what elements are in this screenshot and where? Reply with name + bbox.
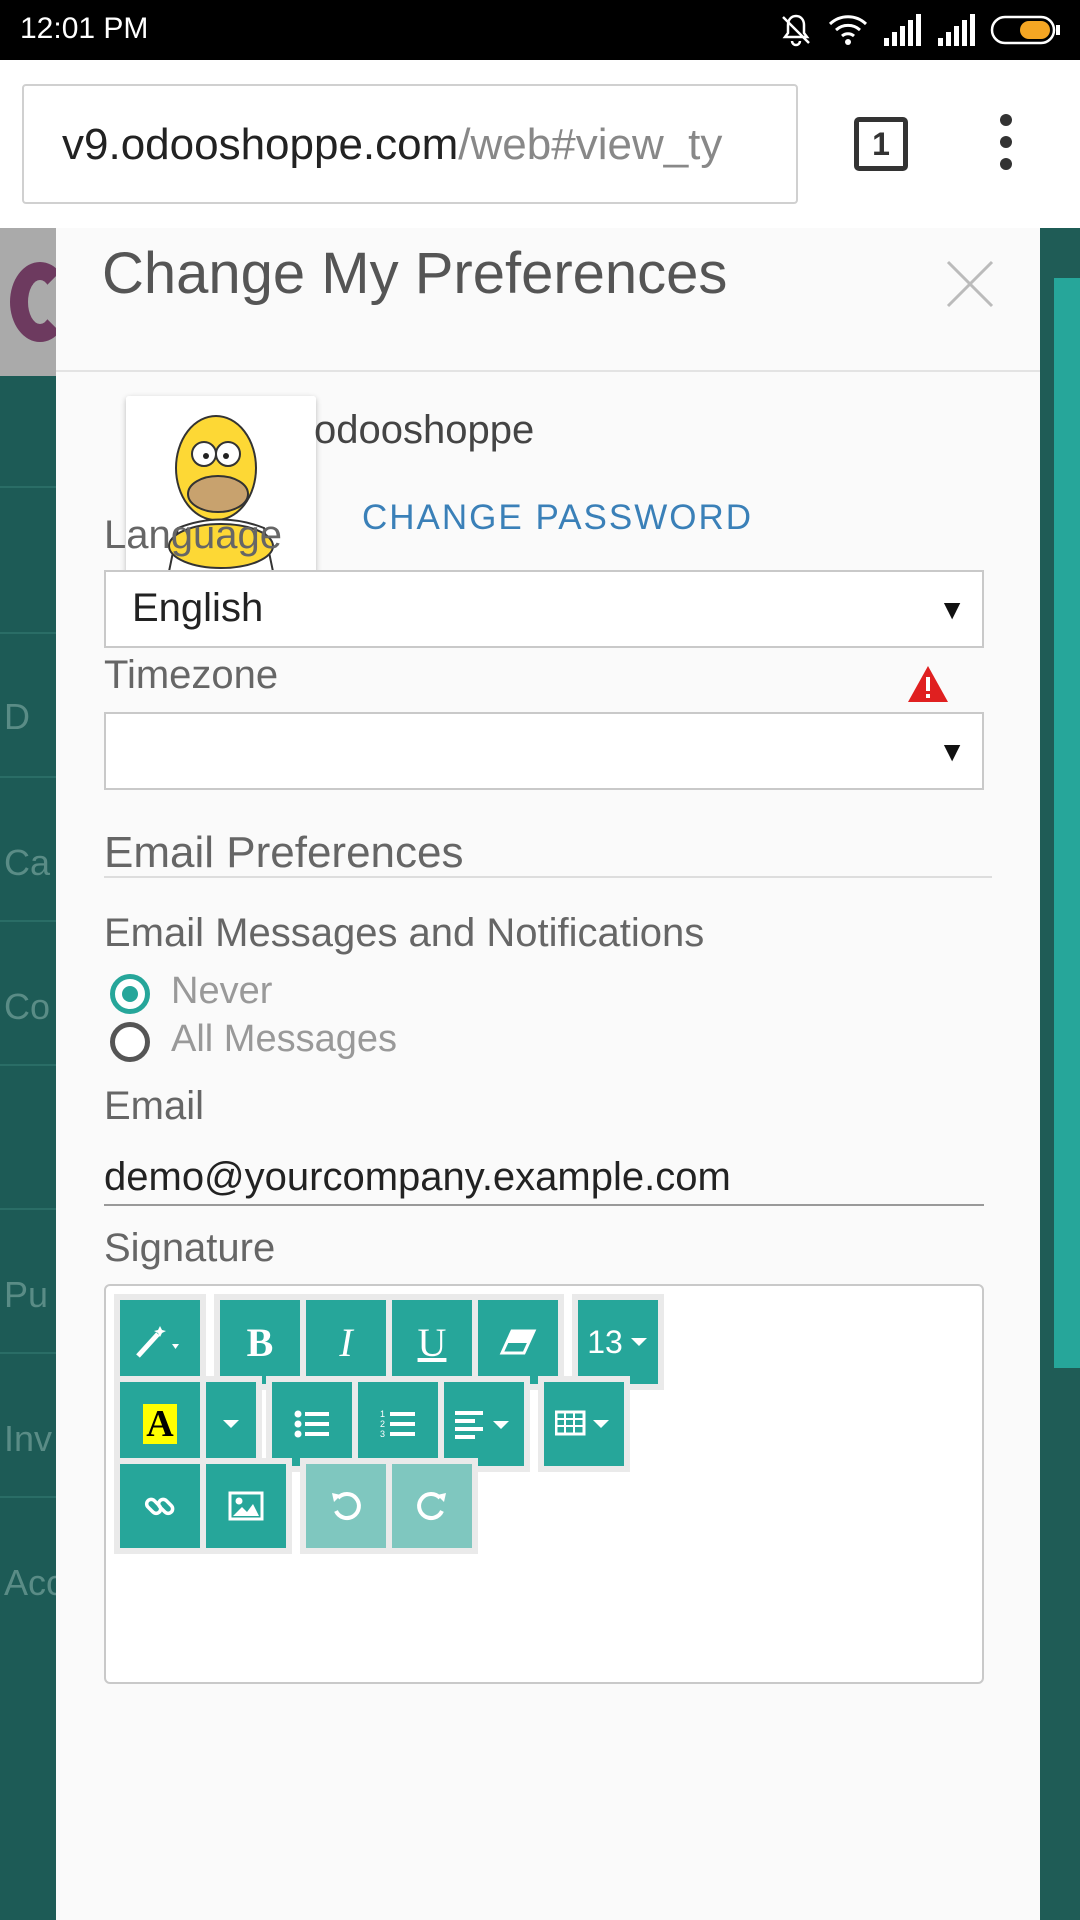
email-field-underline bbox=[104, 1204, 984, 1206]
bullet-list-button[interactable] bbox=[272, 1382, 352, 1466]
signal-icon bbox=[884, 14, 921, 46]
close-icon[interactable] bbox=[944, 258, 996, 310]
dropdown-arrow-icon: ▼ bbox=[938, 736, 966, 767]
dialog-title: Change My Preferences bbox=[102, 241, 728, 306]
timezone-label: Timezone bbox=[104, 653, 279, 697]
background-item: Inv bbox=[4, 1418, 53, 1459]
signature-label: Signature bbox=[104, 1226, 276, 1270]
link-button[interactable] bbox=[120, 1464, 200, 1548]
italic-button[interactable]: I bbox=[306, 1300, 386, 1384]
font-size-value: 13 bbox=[587, 1323, 623, 1360]
radio-never[interactable] bbox=[110, 974, 150, 1014]
warning-icon bbox=[908, 666, 948, 702]
image-icon bbox=[228, 1491, 264, 1521]
email-label: Email bbox=[104, 1084, 205, 1128]
svg-text:2: 2 bbox=[380, 1419, 385, 1429]
svg-text:1: 1 bbox=[380, 1409, 385, 1419]
link-icon bbox=[144, 1497, 175, 1516]
font-color-dropdown[interactable] bbox=[206, 1382, 256, 1466]
numbered-list-button[interactable]: 123 bbox=[358, 1382, 438, 1466]
signal-icon-2 bbox=[938, 14, 975, 46]
email-preferences-heading: Email Preferences bbox=[104, 828, 464, 877]
browser-toolbar: v9.odooshoppe.com/web#view_ty 1 bbox=[0, 60, 1080, 228]
radio-all-messages[interactable] bbox=[110, 1022, 150, 1062]
table-button[interactable] bbox=[544, 1382, 624, 1466]
notifications-label: Email Messages and Notifications bbox=[104, 911, 705, 955]
eraser-icon bbox=[499, 1329, 537, 1355]
caret-down-icon bbox=[223, 1420, 239, 1428]
align-left-icon bbox=[455, 1411, 509, 1439]
background-right-edge bbox=[1040, 228, 1080, 1920]
status-time: 12:01 PM bbox=[20, 12, 149, 45]
url-path: /web#view_ty bbox=[458, 120, 723, 169]
wifi-icon bbox=[828, 15, 868, 45]
language-label: Language bbox=[104, 513, 282, 557]
background-sidebar: D Ca Co Pu Inv Acc bbox=[0, 376, 64, 1920]
address-bar[interactable]: v9.odooshoppe.com/web#view_ty bbox=[22, 84, 798, 204]
browser-menu-icon[interactable] bbox=[994, 114, 1018, 184]
language-value: English bbox=[132, 586, 264, 630]
background-item: Acc bbox=[4, 1562, 65, 1603]
section-divider bbox=[104, 876, 992, 878]
font-color-swatch: A bbox=[143, 1404, 177, 1444]
underline-button[interactable]: U bbox=[392, 1300, 472, 1384]
status-icons bbox=[778, 10, 1062, 50]
redo-button[interactable] bbox=[392, 1464, 472, 1548]
align-button[interactable] bbox=[444, 1382, 524, 1466]
image-button[interactable] bbox=[206, 1464, 286, 1548]
notifications-off-icon bbox=[782, 14, 810, 47]
caret-down-icon bbox=[630, 1338, 647, 1346]
header-divider bbox=[56, 370, 1040, 372]
background-item: Co bbox=[4, 986, 51, 1027]
user-name: odooshoppe bbox=[314, 408, 535, 452]
magic-wand-icon bbox=[136, 1326, 179, 1358]
table-icon bbox=[555, 1410, 609, 1436]
language-select[interactable]: English ▼ bbox=[104, 570, 984, 648]
background-item: Ca bbox=[4, 842, 51, 883]
bullet-list-icon bbox=[294, 1410, 329, 1438]
timezone-select[interactable]: ▼ bbox=[104, 712, 984, 790]
svg-text:3: 3 bbox=[380, 1429, 385, 1439]
undo-button[interactable] bbox=[306, 1464, 386, 1548]
dropdown-arrow-icon: ▼ bbox=[938, 594, 966, 625]
battery-icon bbox=[990, 15, 1060, 45]
undo-icon bbox=[332, 1492, 361, 1521]
preferences-dialog: Change My Preferences odooshoppe CHANGE … bbox=[56, 228, 1040, 1920]
font-size-button[interactable]: 13 bbox=[578, 1300, 658, 1384]
bold-button[interactable]: B bbox=[220, 1300, 300, 1384]
clear-format-button[interactable] bbox=[478, 1300, 558, 1384]
signature-editor[interactable]: B I U 13 A 123 bbox=[104, 1284, 984, 1684]
numbered-list-icon: 123 bbox=[380, 1409, 415, 1439]
change-password-link[interactable]: CHANGE PASSWORD bbox=[362, 498, 753, 538]
radio-never-label[interactable]: Never bbox=[171, 970, 272, 1013]
background-item: Pu bbox=[4, 1274, 49, 1315]
status-bar: 12:01 PM bbox=[0, 0, 1080, 60]
url-host: v9.odooshoppe.com bbox=[62, 120, 459, 169]
tab-switcher-button[interactable]: 1 bbox=[854, 117, 908, 171]
address-url: v9.odooshoppe.com/web#view_ty bbox=[62, 120, 722, 170]
email-field[interactable]: demo@yourcompany.example.com bbox=[104, 1155, 731, 1200]
font-color-button[interactable]: A bbox=[120, 1382, 200, 1466]
radio-all-messages-label[interactable]: All Messages bbox=[171, 1018, 397, 1061]
redo-icon bbox=[417, 1492, 446, 1521]
style-button[interactable] bbox=[120, 1300, 200, 1384]
background-item: D bbox=[4, 696, 30, 737]
